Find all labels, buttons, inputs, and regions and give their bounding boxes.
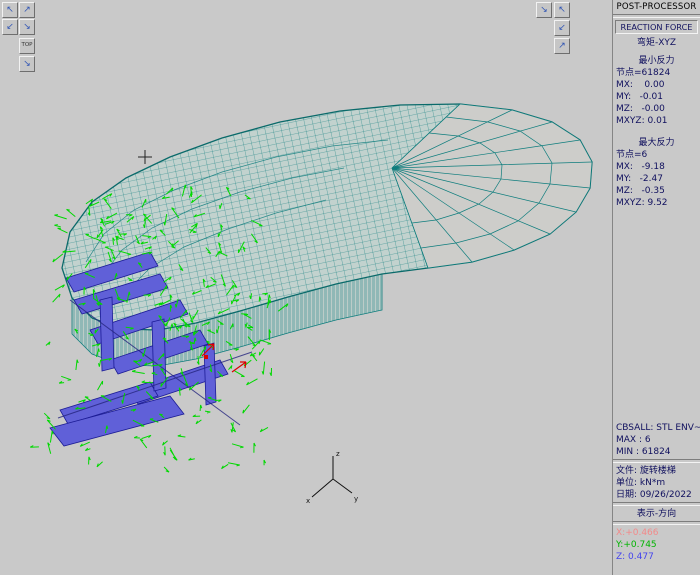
pan-up-left-button[interactable]: ↖	[2, 2, 18, 18]
svg-text:z: z	[336, 450, 340, 458]
svg-text:x: x	[306, 497, 310, 505]
max-mxyz: MXYZ: 9.52	[616, 198, 668, 208]
application-window: x y z ↖ ↗ ↙ ↘ TOP ↘ ↘ ↖ ↙ ↗ POST-PROCESS…	[0, 0, 700, 575]
model-canvas[interactable]: x y z	[0, 0, 612, 575]
divider	[613, 502, 700, 506]
crosshair-marker	[138, 150, 152, 164]
panel-title: POST-PROCESSOR	[616, 2, 697, 12]
min-my: MY: -0.01	[616, 92, 663, 102]
min-node: 节点=61824	[616, 68, 671, 78]
direction-x: X:+0.466	[616, 528, 659, 538]
max-mz: MZ: -0.35	[616, 186, 665, 196]
direction-y: Y:+0.745	[616, 540, 657, 550]
max-mx: MX: -9.18	[616, 162, 665, 172]
direction-z: Z: 0.477	[616, 552, 654, 562]
file-line: 文件: 旋转楼梯	[616, 466, 676, 476]
min-heading: 最小反力	[638, 56, 675, 66]
result-panel-bottom: CBSALL: STL ENV~ MAX : 6 MIN : 61824 文件:…	[613, 422, 700, 563]
unit-line: 单位: kN*m	[616, 478, 666, 488]
pan-down-left-button[interactable]: ↙	[2, 19, 18, 35]
pan-right-d-button[interactable]: ↗	[554, 38, 570, 54]
max-node: 节点=6	[616, 150, 648, 160]
min-mx: MX: 0.00	[616, 80, 665, 90]
result-panel: POST-PROCESSOR REACTION FORCE 弯矩-XYZ 最小反…	[612, 0, 700, 575]
pan-right-a-button[interactable]: ↘	[536, 2, 552, 18]
divider	[613, 521, 700, 525]
min-mxyz: MXYZ: 0.01	[616, 116, 668, 126]
component-label: 弯矩-XYZ	[636, 38, 677, 48]
pan-right-c-button[interactable]: ↙	[554, 20, 570, 36]
mode-label: REACTION FORCE	[615, 20, 698, 34]
pan-down-right-button[interactable]: ↘	[19, 19, 35, 35]
result-panel-top: POST-PROCESSOR REACTION FORCE 弯矩-XYZ 最小反…	[613, 1, 700, 209]
axis-triad: x y z	[306, 450, 358, 505]
date-line: 日期: 09/26/2022	[616, 490, 692, 500]
pan-right-b-button[interactable]: ↖	[554, 2, 570, 18]
top-view-button[interactable]: TOP	[19, 38, 35, 54]
max-heading: 最大反力	[638, 138, 675, 148]
pan-up-right-button[interactable]: ↗	[19, 2, 35, 18]
model-viewport[interactable]: x y z ↖ ↗ ↙ ↘ TOP ↘ ↘ ↖ ↙ ↗	[0, 0, 612, 575]
min-mz: MZ: -0.00	[616, 104, 665, 114]
divider	[613, 14, 700, 18]
load-case-label: CBSALL: STL ENV~	[616, 423, 700, 433]
svg-text:y: y	[354, 495, 358, 503]
max-my: MY: -2.47	[616, 174, 663, 184]
result-max-line: MAX : 6	[616, 435, 651, 445]
result-min-line: MIN : 61824	[616, 447, 671, 457]
extra-pan-button[interactable]: ↘	[19, 56, 35, 72]
divider	[613, 459, 700, 463]
direction-heading: 表示-方向	[636, 509, 677, 519]
